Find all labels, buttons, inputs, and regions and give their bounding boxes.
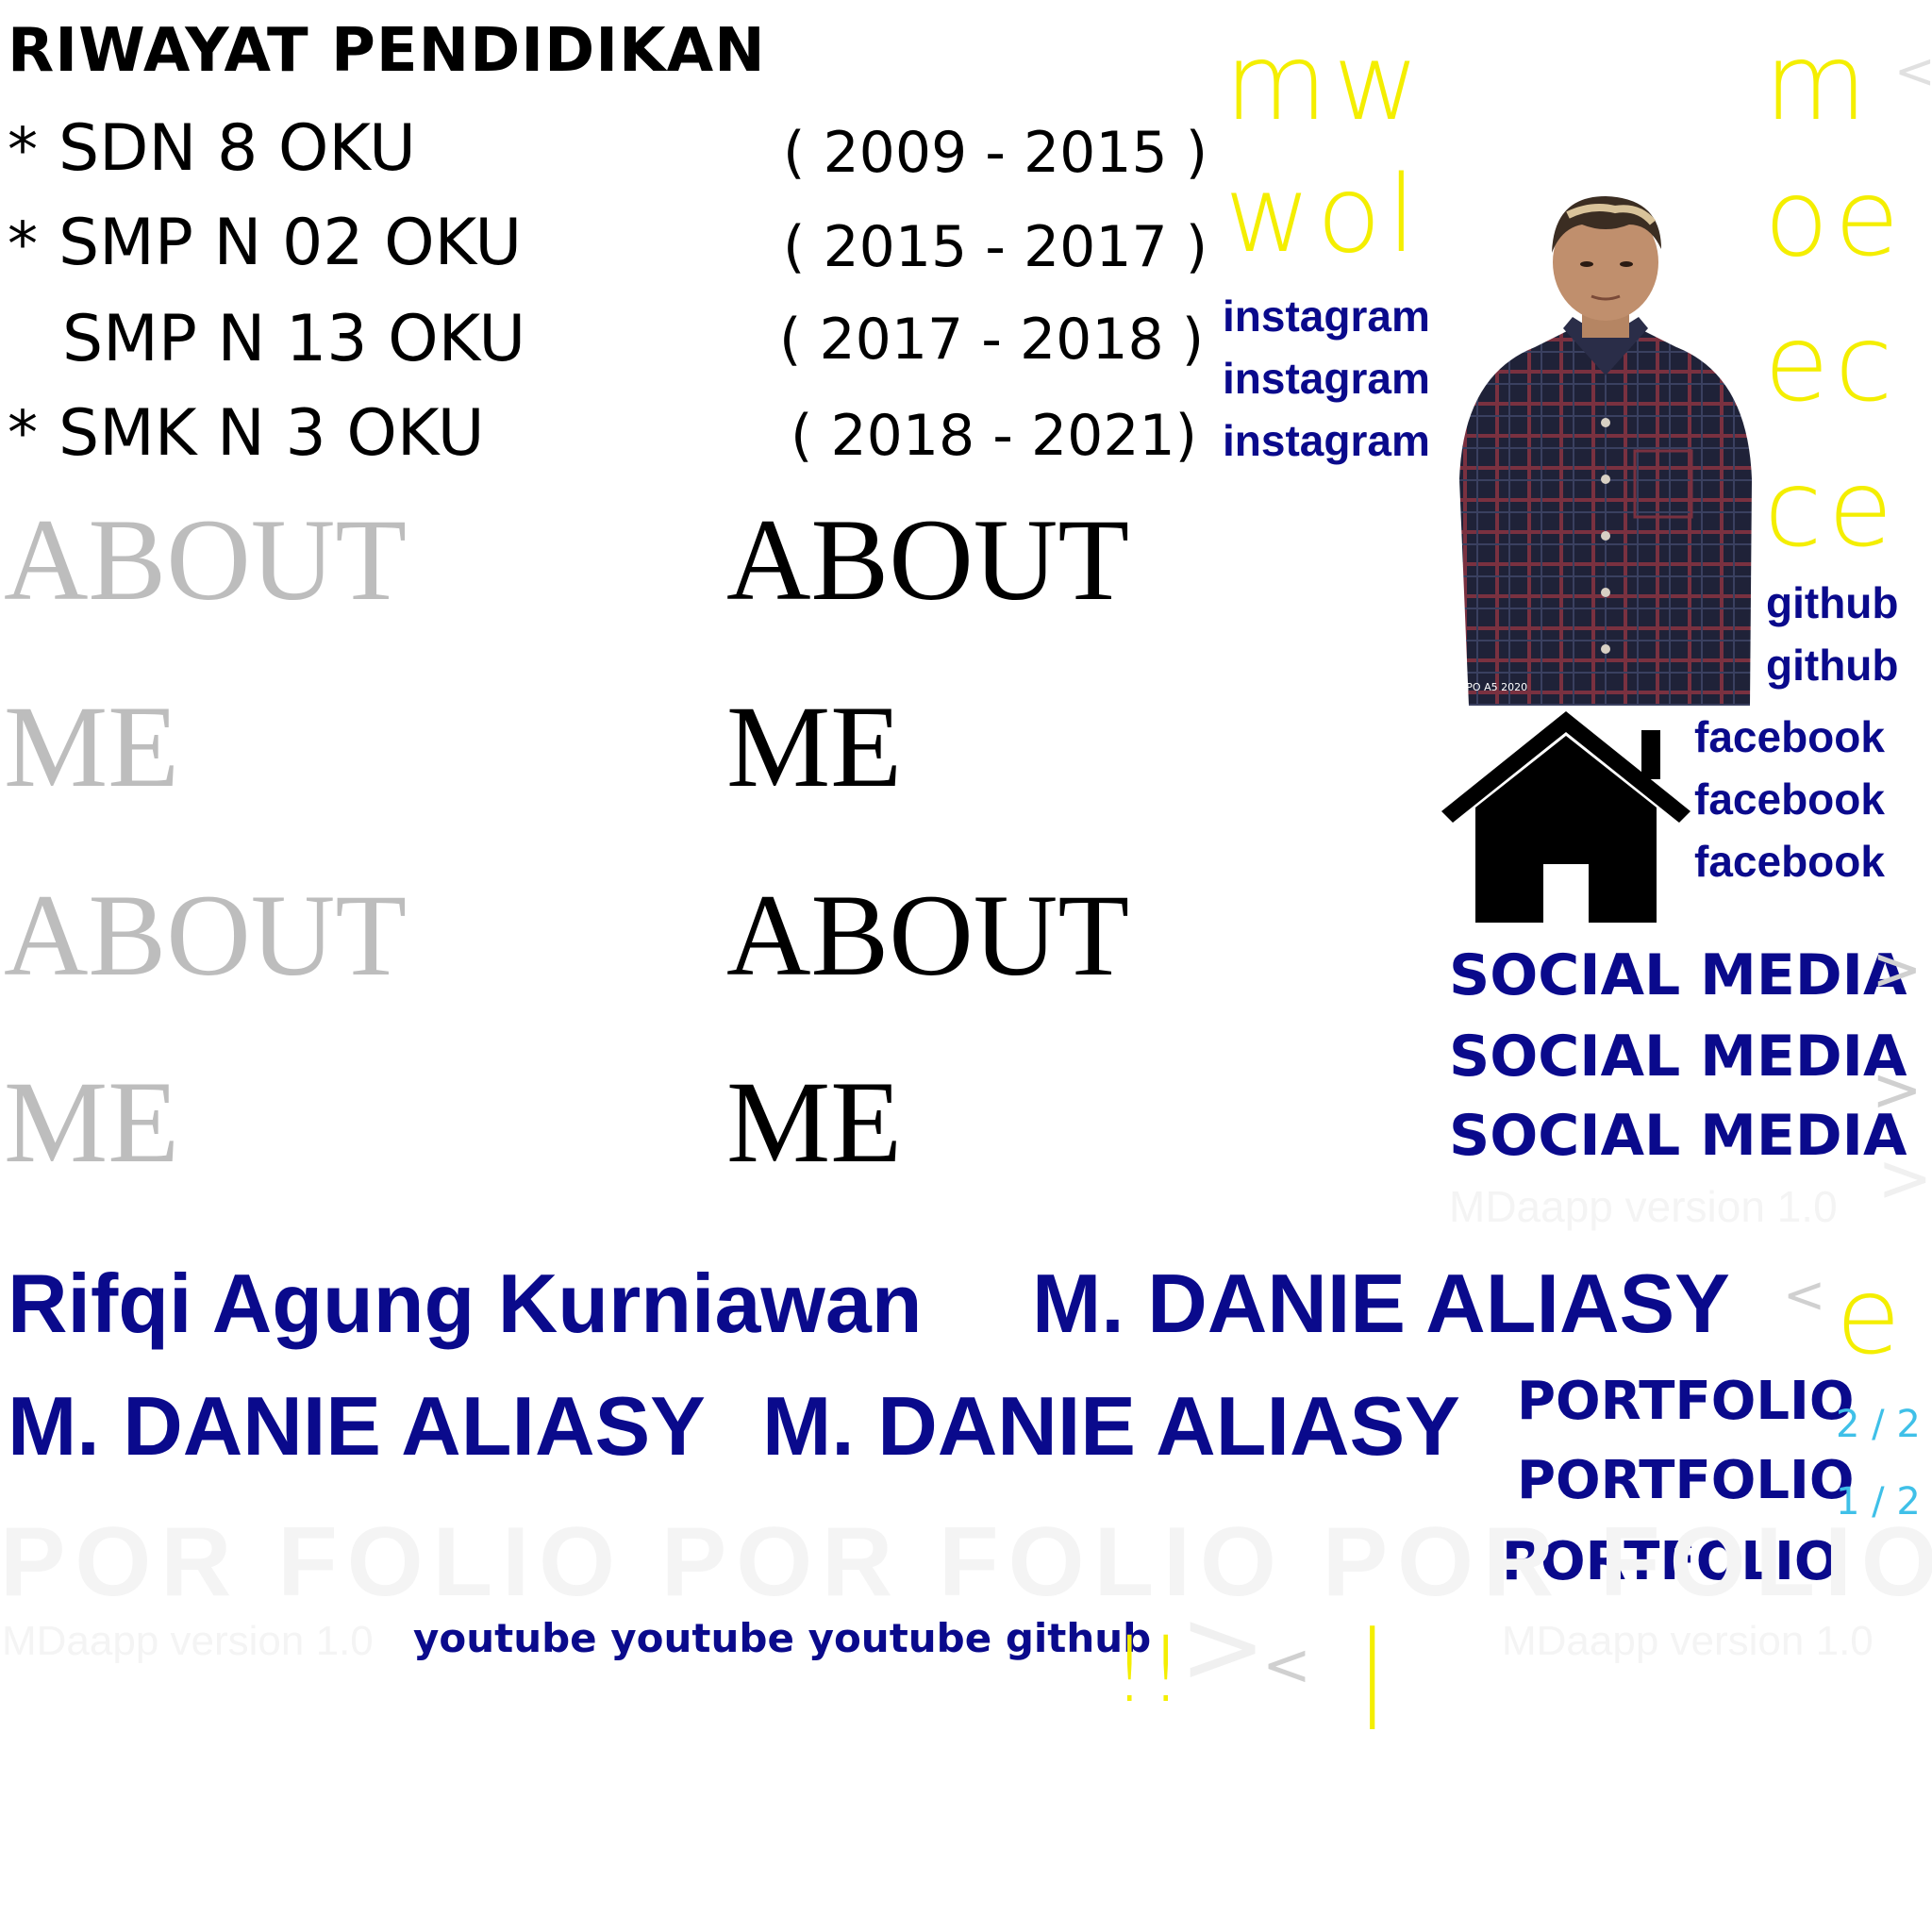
portfolio-link-2[interactable]: PORTFOLIO [1517, 1455, 1854, 1507]
edu-bullet-4: * [8, 399, 38, 469]
name-danie-2: M. DANIE ALIASY [8, 1379, 706, 1473]
home-icon[interactable] [1441, 706, 1690, 924]
yellow-bar: | [1355, 1608, 1391, 1729]
name-rifqi: Rifqi Agung Kurniawan [8, 1257, 923, 1350]
about-black-3: ABOUT [726, 871, 1130, 1000]
photo-watermark: OPPO A5 2020 [1452, 681, 1528, 693]
arrow-right-1[interactable]: > [1872, 940, 1923, 1000]
version-label-bottom-right: MDaapp version 1.0 [1502, 1618, 1874, 1664]
edu-bullet-2: * [8, 210, 38, 280]
facebook-link-3[interactable]: facebook [1694, 840, 1885, 883]
yellow-oe: oe [1764, 158, 1906, 280]
yellow-exclaim: !! [1111, 1617, 1184, 1723]
edu-bullet-1: * [8, 116, 38, 186]
name-danie-1: M. DANIE ALIASY [1032, 1257, 1730, 1350]
edu-school-3: SMP N 13 OKU [62, 302, 526, 376]
name-danie-3: M. DANIE ALIASY [762, 1379, 1460, 1473]
edu-school-1: SDN 8 OKU [58, 111, 416, 186]
yellow-mw: mw [1224, 22, 1425, 144]
yellow-ce: ce [1764, 448, 1899, 571]
bottom-links[interactable]: youtube youtube youtube github [413, 1619, 1151, 1658]
edu-years-2: ( 2015 - 2017 ) [783, 214, 1208, 280]
yellow-wol: wol [1224, 154, 1423, 276]
edu-years-4: ( 2018 - 2021) [791, 403, 1198, 469]
version-label-top: MDaapp version 1.0 [1449, 1182, 1838, 1231]
arrow-right-bottom[interactable]: > [1179, 1594, 1266, 1698]
about-gray-2: ME [4, 682, 179, 811]
instagram-link-1[interactable]: instagram [1223, 294, 1430, 338]
education-title: RIWAYAT PENDIDIKAN [8, 16, 766, 86]
yellow-e: e [1836, 1256, 1901, 1378]
edu-years-3: ( 2017 - 2018 ) [779, 307, 1205, 373]
edu-school-4: SMK N 3 OKU [58, 396, 485, 471]
facebook-link-1[interactable]: facebook [1694, 715, 1885, 758]
instagram-link-2[interactable]: instagram [1223, 357, 1430, 400]
social-media-link-3[interactable]: SOCIAL MEDIA [1449, 1108, 1907, 1164]
github-link-2[interactable]: github [1766, 643, 1899, 687]
arrow-right-3[interactable]: > [1877, 1145, 1932, 1211]
yellow-ec: ec [1764, 303, 1899, 425]
pager-2-of-2: 2 / 2 [1836, 1403, 1921, 1446]
social-media-link-1[interactable]: SOCIAL MEDIA [1449, 947, 1907, 1004]
about-black-2: ME [726, 682, 902, 811]
about-gray-1: ABOUT [4, 495, 408, 625]
arrow-right-2[interactable]: > [1872, 1060, 1923, 1121]
edu-school-2: SMP N 02 OKU [58, 206, 523, 280]
social-media-link-2[interactable]: SOCIAL MEDIA [1449, 1028, 1907, 1085]
about-gray-4: ME [4, 1058, 179, 1187]
about-black-1: ABOUT [726, 495, 1130, 625]
person-photo: OPPO A5 2020 [1450, 196, 1761, 706]
portfolio-ghost-strip: POR FOLIO POR FOLIO POR FOLIO [0, 1507, 1932, 1617]
edu-years-1: ( 2009 - 2015 ) [783, 120, 1208, 186]
arrow-left-mid[interactable]: < [1783, 1270, 1825, 1321]
yellow-m: m [1764, 22, 1868, 144]
about-black-4: ME [726, 1058, 902, 1187]
github-link-1[interactable]: github [1766, 581, 1899, 625]
about-gray-3: ABOUT [4, 871, 408, 1000]
instagram-link-3[interactable]: instagram [1223, 419, 1430, 462]
arrow-left-bottom[interactable]: < [1262, 1636, 1311, 1694]
facebook-link-2[interactable]: facebook [1694, 777, 1885, 821]
version-label-bottom-left: MDaapp version 1.0 [2, 1618, 374, 1664]
portfolio-link-1[interactable]: PORTFOLIO [1517, 1375, 1854, 1428]
arrow-left-top: < [1894, 43, 1932, 100]
